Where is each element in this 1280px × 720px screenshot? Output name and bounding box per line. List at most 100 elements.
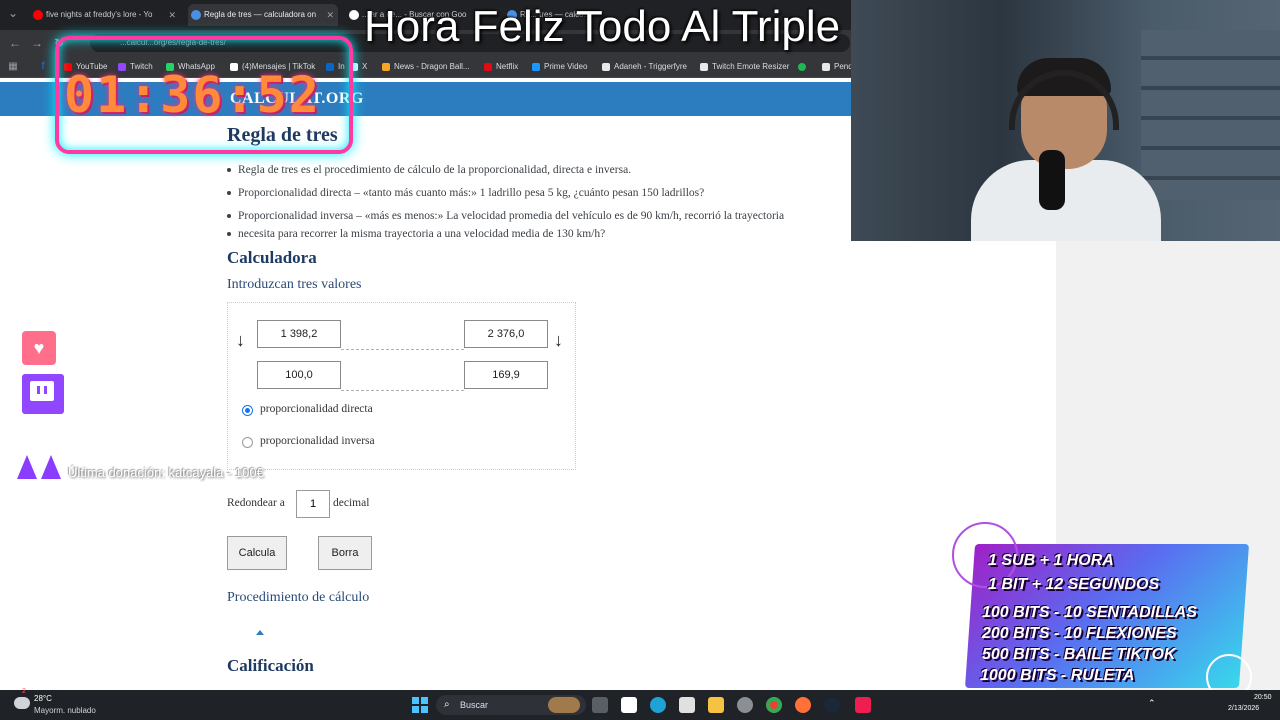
bookmark-label: Adaneh - Triggerfyre xyxy=(614,62,687,71)
proportion-line-bottom xyxy=(341,390,464,391)
intro-list: Regla de tres es el procedimiento de cál… xyxy=(226,161,866,248)
apps-grid-icon[interactable]: ▦ xyxy=(4,58,22,76)
streamer xyxy=(961,40,1161,241)
result-b2-input[interactable] xyxy=(464,361,548,389)
capcut-icon[interactable] xyxy=(621,697,637,713)
calculat-favicon-icon xyxy=(191,10,201,20)
value-b1-input[interactable] xyxy=(257,361,341,389)
expand-triangle-icon[interactable] xyxy=(256,630,264,635)
netflix-icon xyxy=(484,63,492,71)
weather-temperature[interactable]: 28°C xyxy=(34,694,52,703)
tab-fnaf-lore[interactable]: five nights at freddy's lore - Yo ✕ xyxy=(30,4,180,26)
windows-taskbar: 28°C Mayorm. nublado ⌕ Buscar 2 ⌃ 20:50 … xyxy=(0,688,1280,720)
globe-icon xyxy=(700,63,708,71)
calculate-button[interactable]: Calcula xyxy=(227,536,287,570)
proportion-line-top xyxy=(341,349,464,350)
gem-right-icon xyxy=(41,455,61,479)
search-placeholder: Buscar xyxy=(460,700,489,710)
bookmark-icon xyxy=(822,63,830,71)
tab-close-icon[interactable]: ✕ xyxy=(168,4,176,26)
round-prefix-label: Redondear a xyxy=(227,497,285,509)
rule-line: 200 BITS - 10 FLEXIONES xyxy=(982,625,1177,642)
clear-button[interactable]: Borra xyxy=(318,536,372,570)
bookmark-emote-resizer[interactable]: Twitch Emote Resizer xyxy=(700,60,789,74)
list-item: Proporcionalidad inversa – «más es menos… xyxy=(226,207,866,225)
stream-headline: Hora Feliz Todo Al Triple xyxy=(364,2,841,51)
rule-line: 1 BIT + 12 SEGUNDOS xyxy=(988,576,1160,593)
rule-line: 1 SUB + 1 HORA xyxy=(988,552,1114,569)
subathon-timer: 01:36:52 xyxy=(64,66,321,124)
prime-video-icon xyxy=(532,63,540,71)
value-a2-input[interactable] xyxy=(464,320,548,348)
tab-list-chevron-icon[interactable]: ⌄ xyxy=(4,4,22,22)
settings-gear-icon[interactable] xyxy=(737,697,753,713)
direct-proportion-label[interactable]: proporcionalidad directa xyxy=(260,403,373,415)
edge-icon[interactable] xyxy=(650,697,666,713)
notification-badge: 2 xyxy=(22,688,26,695)
bookmark-label: Netflix xyxy=(496,62,519,71)
bookmark-netflix[interactable]: Netflix xyxy=(484,60,518,74)
rule-line: 1000 BITS - RULETA xyxy=(980,667,1135,684)
tray-chevron-icon[interactable]: ⌃ xyxy=(1148,698,1156,709)
windows-start-icon[interactable] xyxy=(412,697,428,713)
round-suffix-label: decimal xyxy=(333,497,370,509)
bookmark-label: Prime Video xyxy=(544,62,588,71)
back-arrow-icon[interactable]: ← xyxy=(6,34,24,52)
forward-arrow-icon[interactable]: → xyxy=(28,34,46,52)
bookmark-prime-video[interactable]: Prime Video xyxy=(532,60,587,74)
webcam-feed xyxy=(851,0,1280,241)
list-item: Regla de tres es el procedimiento de cál… xyxy=(226,161,866,179)
file-explorer-icon[interactable] xyxy=(708,697,724,713)
down-arrow-right-icon: ↓ xyxy=(554,330,563,350)
rating-heading: Calificación xyxy=(227,656,314,675)
cloud-icon[interactable] xyxy=(14,697,30,709)
bookmark-label: Pend xyxy=(834,62,853,71)
streamer-shirt xyxy=(971,160,1161,241)
clock-date[interactable]: 2/13/2026 xyxy=(1228,705,1259,712)
bookmark-dragon-ball[interactable]: News - Dragon Ball... xyxy=(382,60,470,74)
facebook-icon[interactable]: f xyxy=(34,58,52,76)
inverse-proportion-label[interactable]: proporcionalidad inversa xyxy=(260,435,375,447)
stream-rules-panel: 1 SUB + 1 HORA 1 BIT + 12 SEGUNDOS 100 B… xyxy=(952,522,1252,700)
spotify-icon xyxy=(798,63,806,71)
clock-time[interactable]: 20:50 xyxy=(1254,694,1272,701)
calculator-subheading: Introduzcan tres valores xyxy=(227,277,362,292)
calculator-heading: Calculadora xyxy=(227,248,317,267)
calculator-panel: ↓ ↓ proporcionalidad directa proporciona… xyxy=(227,302,576,470)
heart-icon: ♥ xyxy=(22,331,56,365)
gem-left-icon xyxy=(17,455,37,479)
tab-close-icon[interactable]: ✕ xyxy=(326,4,334,26)
food-widget-icon[interactable] xyxy=(548,697,580,713)
tab-label: five nights at freddy's lore - Yo xyxy=(46,10,153,19)
procedure-heading: Procedimiento de cálculo xyxy=(227,590,370,605)
last-donation-text: Última donación: katcayala - 100€ xyxy=(68,465,264,480)
google-favicon-icon xyxy=(349,10,359,20)
inverse-proportion-radio[interactable] xyxy=(242,437,253,448)
search-icon: ⌕ xyxy=(444,699,450,710)
bookmark-label: News - Dragon Ball... xyxy=(394,62,470,71)
bookmark-triggerfyre[interactable]: Adaneh - Triggerfyre xyxy=(602,60,687,74)
task-view-icon[interactable] xyxy=(592,697,608,713)
list-item: Proporcionalidad directa – «tanto más cu… xyxy=(226,184,866,202)
tab-regla-de-tres[interactable]: Regla de tres — calculadora on ✕ xyxy=(188,4,338,26)
app-icon[interactable] xyxy=(679,697,695,713)
webcam-shelf xyxy=(1141,30,1280,200)
tab-label: Regla de tres — calculadora on xyxy=(204,10,317,19)
direct-proportion-radio[interactable] xyxy=(242,405,253,416)
bookmark-label: X xyxy=(362,62,368,71)
weather-condition[interactable]: Mayorm. nublado xyxy=(34,706,96,715)
rule-line: 100 BITS - 10 SENTADILLAS xyxy=(982,604,1197,621)
list-item-continuation: necesita para recorrer la misma trayecto… xyxy=(226,225,866,243)
rule-line: 500 BITS - BAILE TIKTOK xyxy=(982,646,1176,663)
tiktok-icon[interactable] xyxy=(855,697,871,713)
bookmark-label: Twitch Emote Resizer xyxy=(712,62,790,71)
dragon-ball-icon xyxy=(382,63,390,71)
chrome-icon[interactable] xyxy=(766,697,782,713)
twitch-logo-icon xyxy=(22,374,64,414)
firefox-icon[interactable] xyxy=(795,697,811,713)
decimals-input[interactable] xyxy=(296,490,330,518)
steam-icon[interactable] xyxy=(824,697,840,713)
bookmark-pend[interactable]: Pend xyxy=(822,60,853,74)
value-a1-input[interactable] xyxy=(257,320,341,348)
youtube-favicon-icon xyxy=(33,10,43,20)
